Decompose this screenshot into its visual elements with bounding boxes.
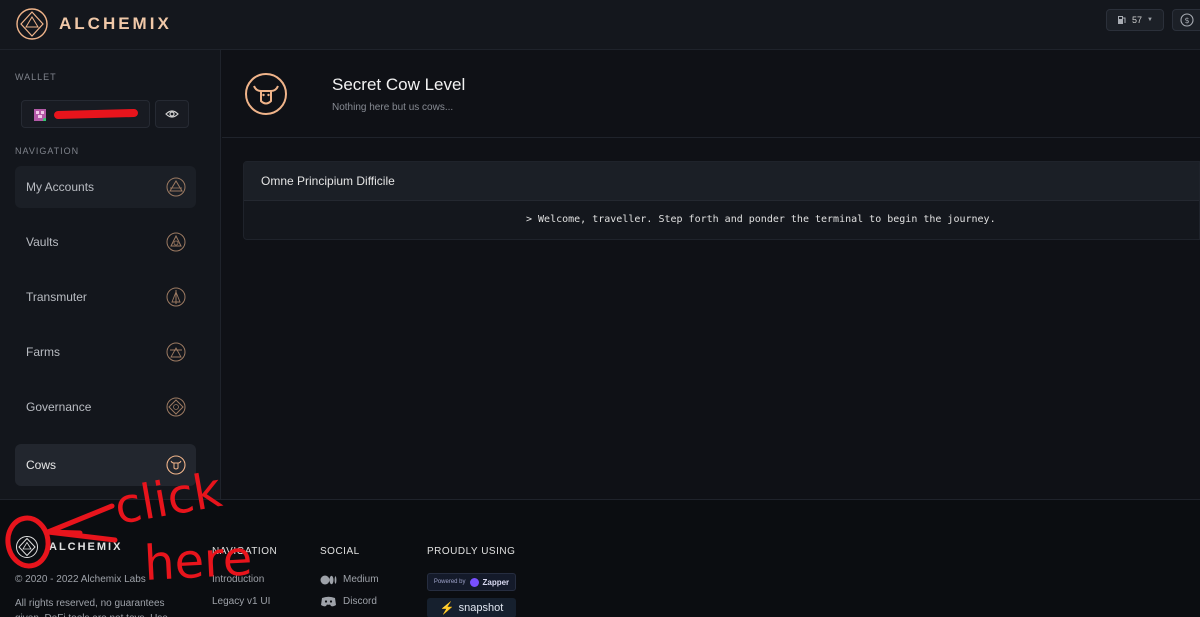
- page-header: Secret Cow Level Nothing here but us cow…: [222, 50, 1200, 138]
- page-title: Secret Cow Level: [332, 75, 466, 94]
- terminal-output[interactable]: > Welcome, traveller. Step forth and pon…: [526, 214, 996, 225]
- sidebar-item-vaults[interactable]: Vaults: [15, 221, 196, 263]
- footer-link-introduction[interactable]: Introduction: [212, 574, 264, 585]
- brand-logo[interactable]: ALCHEMIX: [15, 7, 172, 41]
- currency-selector[interactable]: $: [1172, 9, 1200, 31]
- footer-link-discord[interactable]: Discord: [320, 596, 377, 607]
- svg-text:$: $: [1184, 16, 1189, 25]
- footer-navigation-heading: NAVIGATION: [212, 546, 278, 557]
- gas-price-selector[interactable]: 57 ▼: [1106, 9, 1164, 31]
- snapshot-badge[interactable]: ⚡ snapshot: [427, 598, 516, 617]
- wallet-address-field[interactable]: [21, 100, 150, 128]
- footer-brand-name: ALCHEMIX: [49, 541, 123, 553]
- transmuter-sigil-icon: [166, 287, 186, 307]
- zapper-logo-icon: [469, 577, 479, 587]
- footer-logo[interactable]: ALCHEMIX: [15, 535, 122, 559]
- lightning-bolt-icon: ⚡: [439, 601, 455, 615]
- wallet-section-label: WALLET: [15, 72, 57, 82]
- sidebar-item-label: My Accounts: [26, 180, 95, 194]
- card-header: Omne Principium Difficile: [244, 162, 1199, 201]
- card-title: Omne Principium Difficile: [261, 174, 395, 188]
- footer-copyright: © 2020 - 2022 Alchemix Labs: [15, 574, 146, 585]
- sidebar-item-transmuter[interactable]: Transmuter: [15, 276, 196, 318]
- sidebar-item-governance[interactable]: Governance: [15, 386, 196, 428]
- accounts-sigil-icon: [166, 177, 186, 197]
- sidebar-item-farms[interactable]: Farms: [15, 331, 196, 373]
- chevron-down-icon: ▼: [1147, 17, 1153, 23]
- alchemix-logo-icon: [16, 8, 48, 40]
- vault-sigil-icon: [166, 232, 186, 252]
- eye-icon: [165, 110, 179, 118]
- sidebar-item-cows[interactable]: Cows: [15, 444, 196, 486]
- navigation-section-label: NAVIGATION: [15, 146, 80, 156]
- footer-link-label: Introduction: [212, 574, 265, 585]
- redacted-address-scribble: [53, 108, 139, 120]
- cow-icon: [245, 73, 287, 115]
- sidebar-item-label: Cows: [26, 458, 57, 472]
- footer-disclaimer: All rights reserved, no guarantees given…: [15, 598, 168, 617]
- snapshot-name: snapshot: [458, 602, 504, 614]
- footer-link-medium[interactable]: Medium: [320, 574, 379, 585]
- farms-sigil-icon: [166, 342, 186, 362]
- sidebar-item-label: Transmuter: [26, 290, 87, 304]
- footer-link-label: Legacy v1 UI: [212, 596, 271, 607]
- sidebar-item-label: Governance: [26, 400, 92, 414]
- zapper-badge[interactable]: Powered by Zapper: [427, 573, 516, 591]
- footer-proudly-using-heading: PROUDLY USING: [427, 546, 516, 557]
- sidebar: WALLET NAVIGATION My Accounts Vaults Tra…: [0, 50, 221, 499]
- zapper-prefix: Powered by: [433, 579, 466, 585]
- wallet-avatar: [34, 109, 46, 121]
- alchemix-logo-icon: [16, 536, 38, 558]
- dollar-icon: $: [1180, 13, 1194, 27]
- sidebar-item-label: Vaults: [26, 235, 59, 249]
- footer-link-label: Medium: [343, 574, 379, 585]
- footer: ALCHEMIX © 2020 - 2022 Alchemix Labs All…: [0, 499, 1200, 617]
- discord-icon: [321, 596, 336, 607]
- sidebar-item-label: Farms: [26, 345, 60, 359]
- gas-pump-icon: [1118, 16, 1126, 24]
- page-subtitle: Nothing here but us cows...: [332, 102, 454, 113]
- footer-link-legacy-ui[interactable]: Legacy v1 UI: [212, 596, 270, 607]
- cow-icon: [166, 455, 186, 475]
- top-bar: ALCHEMIX 57 ▼ $: [0, 0, 1200, 50]
- footer-link-label: Discord: [343, 596, 377, 607]
- footer-social-heading: SOCIAL: [320, 546, 360, 557]
- zapper-name: Zapper: [482, 577, 510, 587]
- brand-name: ALCHEMIX: [59, 14, 172, 33]
- sidebar-item-my-accounts[interactable]: My Accounts: [15, 166, 196, 208]
- toggle-visibility-button[interactable]: [155, 100, 189, 128]
- governance-sigil-icon: [166, 397, 186, 417]
- terminal-card: Omne Principium Difficile > Welcome, tra…: [243, 161, 1200, 240]
- gas-price-value: 57: [1132, 15, 1143, 25]
- medium-icon: [320, 575, 337, 584]
